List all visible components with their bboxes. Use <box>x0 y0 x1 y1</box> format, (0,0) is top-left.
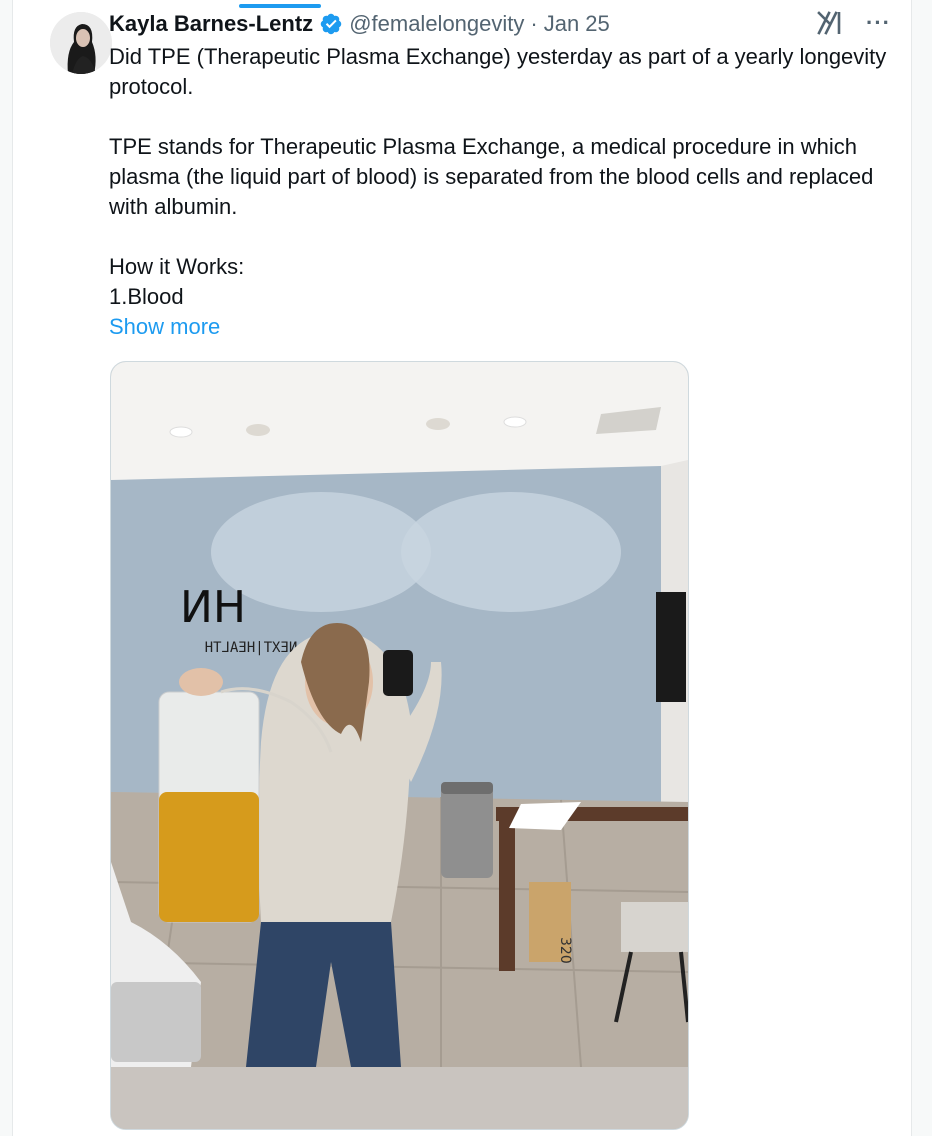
svg-text:HN: HN <box>180 582 246 633</box>
author-name[interactable]: Kayla Barnes-Lentz <box>109 11 313 37</box>
tweet-photo[interactable]: HN NEXT|HEALTH 320 <box>110 361 689 1130</box>
photo-scene: HN NEXT|HEALTH 320 <box>111 362 688 1129</box>
verified-badge-icon <box>320 13 342 35</box>
tweet-text: Did TPE (Therapeutic Plasma Exchange) ye… <box>109 42 889 342</box>
grok-icon[interactable] <box>816 10 846 36</box>
box-label: 320 <box>557 937 573 964</box>
tweet-paragraph-4: 1.Blood <box>109 284 184 309</box>
tweet-actions-top: ··· <box>816 10 891 36</box>
wall-sign-text: NEXT|HEALTH <box>205 640 298 656</box>
meta-separator: · <box>530 11 538 36</box>
avatar[interactable] <box>50 12 112 74</box>
avatar-image <box>50 12 112 74</box>
tweet-paragraph-3: How it Works: <box>109 254 245 279</box>
tweet-paragraph-1: Did TPE (Therapeutic Plasma Exchange) ye… <box>109 44 887 99</box>
author-handle[interactable]: @femalelongevity <box>349 11 524 37</box>
tweet-card: Kayla Barnes-Lentz @femalelongevity · Ja… <box>12 0 912 1136</box>
tweet-paragraph-2: TPE stands for Therapeutic Plasma Exchan… <box>109 134 874 219</box>
top-progress-indicator <box>239 4 321 8</box>
more-options-icon[interactable]: ··· <box>866 10 891 36</box>
tweet-date[interactable]: Jan 25 <box>544 11 610 37</box>
tweet-header: Kayla Barnes-Lentz @femalelongevity · Ja… <box>109 9 610 39</box>
show-more-link[interactable]: Show more <box>109 312 889 342</box>
